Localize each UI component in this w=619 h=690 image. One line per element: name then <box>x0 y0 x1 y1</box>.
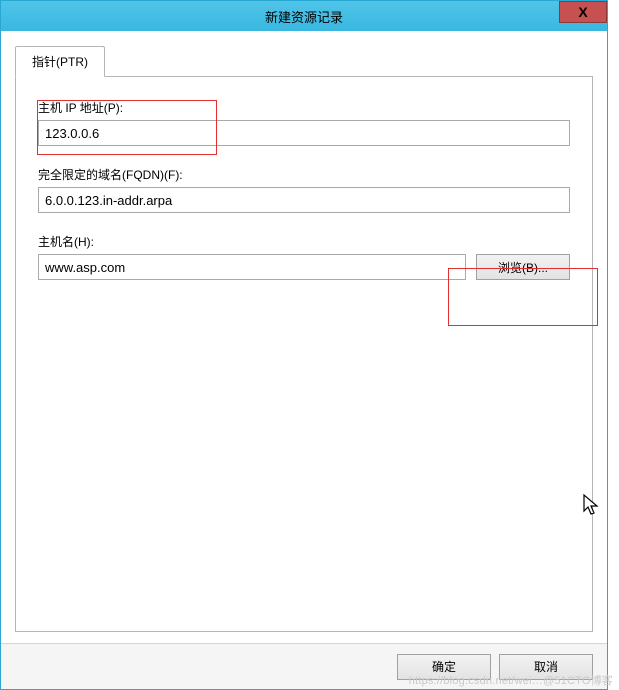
browse-button[interactable]: 浏览(B)... <box>476 254 570 280</box>
client-area: 指针(PTR) 主机 IP 地址(P): 完全限定的域名(FQDN)(F): 主… <box>1 31 607 643</box>
field-ip: 主机 IP 地址(P): <box>38 99 570 146</box>
hostname-input[interactable] <box>38 254 466 280</box>
ip-label: 主机 IP 地址(P): <box>38 99 570 116</box>
titlebar: 新建资源记录 X <box>1 1 607 31</box>
field-hostname: 主机名(H): 浏览(B)... <box>38 233 570 280</box>
cancel-button[interactable]: 取消 <box>499 654 593 680</box>
window-title: 新建资源记录 <box>1 7 607 26</box>
tab-panel: 主机 IP 地址(P): 完全限定的域名(FQDN)(F): 主机名(H): 浏… <box>15 77 593 632</box>
dialog-footer: 确定 取消 <box>1 643 607 689</box>
ip-input[interactable] <box>38 120 570 146</box>
hostname-label: 主机名(H): <box>38 233 570 250</box>
fqdn-input[interactable] <box>38 187 570 213</box>
tab-strip: 指针(PTR) <box>15 45 593 77</box>
fqdn-label: 完全限定的域名(FQDN)(F): <box>38 166 570 183</box>
close-button[interactable]: X <box>559 1 607 23</box>
field-fqdn: 完全限定的域名(FQDN)(F): <box>38 166 570 213</box>
close-icon: X <box>578 4 587 20</box>
dialog-window: 新建资源记录 X 指针(PTR) 主机 IP 地址(P): 完全限定的域名(FQ… <box>0 0 608 690</box>
tab-ptr[interactable]: 指针(PTR) <box>15 46 105 77</box>
ok-button[interactable]: 确定 <box>397 654 491 680</box>
